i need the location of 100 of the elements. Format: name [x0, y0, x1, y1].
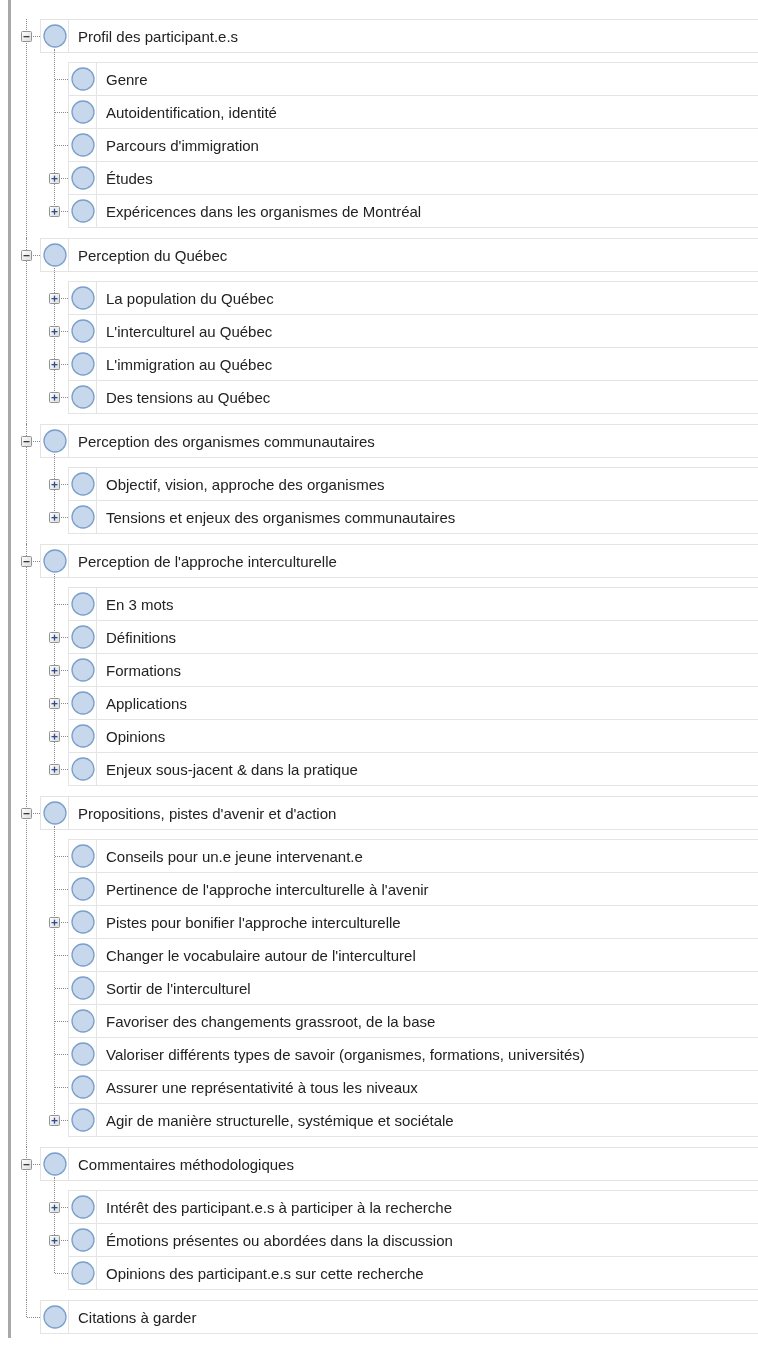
node-label: Objectif, vision, approche des organismes: [105, 475, 385, 493]
expand-icon[interactable]: [49, 1202, 60, 1213]
circle-icon: [70, 1009, 95, 1033]
tree-row[interactable]: Expéricences dans les organismes de Montréal: [68, 194, 758, 228]
node-label: Perception de l'approche interculturelle: [77, 552, 337, 570]
tree-row[interactable]: Citations à garder: [40, 1300, 758, 1334]
circle-icon: [70, 352, 95, 376]
tree-row[interactable]: En 3 mots: [68, 587, 758, 621]
circle-icon: [70, 133, 95, 157]
node-label: Genre: [105, 70, 148, 88]
node-label: Commentaires méthodologiques: [77, 1155, 294, 1173]
collapse-icon[interactable]: [21, 31, 32, 42]
tree-row[interactable]: Genre: [68, 62, 758, 96]
expand-icon[interactable]: [49, 764, 60, 775]
node-label: Tensions et enjeux des organismes communautaires: [105, 508, 456, 526]
expand-icon[interactable]: [49, 479, 60, 490]
expand-icon[interactable]: [49, 512, 60, 523]
expand-icon[interactable]: [49, 1235, 60, 1246]
circle-icon: [42, 801, 67, 825]
tree-row[interactable]: Perception de l'approche interculturelle: [40, 544, 758, 578]
node-label: Conseils pour un.e jeune intervenant.e: [105, 847, 363, 865]
circle-icon: [70, 1075, 95, 1099]
tree-row[interactable]: Commentaires méthodologiques: [40, 1147, 758, 1181]
node-label: Profil des participant.e.s: [77, 27, 239, 45]
node-label: Formations: [105, 661, 182, 679]
circle-icon: [70, 625, 95, 649]
node-label: Perception du Québec: [77, 246, 228, 264]
expand-icon[interactable]: [49, 359, 60, 370]
circle-icon: [70, 319, 95, 343]
tree-row[interactable]: Agir de manière structurelle, systémique et sociétale: [68, 1103, 758, 1137]
tree-row[interactable]: Objectif, vision, approche des organismes: [68, 467, 758, 501]
expand-icon[interactable]: [49, 1115, 60, 1126]
circle-icon: [70, 1228, 95, 1252]
circle-icon: [70, 691, 95, 715]
circle-icon: [70, 1042, 95, 1066]
tree-row[interactable]: Enjeux sous-jacent & dans la pratique: [68, 752, 758, 786]
tree-row[interactable]: Des tensions au Québec: [68, 380, 758, 414]
expand-icon[interactable]: [49, 392, 60, 403]
circle-icon: [70, 844, 95, 868]
node-label: Définitions: [105, 628, 177, 646]
node-label: Favoriser des changements grassroot, de la base: [105, 1012, 436, 1030]
node-label: Des tensions au Québec: [105, 388, 271, 406]
circle-icon: [70, 100, 95, 124]
expand-icon[interactable]: [49, 173, 60, 184]
circle-icon: [70, 943, 95, 967]
tree-row[interactable]: Intérêt des participant.e.s à participer à la recherche: [68, 1190, 758, 1224]
tree-row[interactable]: Opinions des participant.e.s sur cette recherche: [68, 1256, 758, 1290]
node-label: Valoriser différents types de savoir (organismes, formations, universités): [105, 1045, 585, 1063]
node-label: L'interculturel au Québec: [105, 322, 273, 340]
collapse-icon[interactable]: [21, 556, 32, 567]
node-label: Applications: [105, 694, 187, 712]
expand-icon[interactable]: [49, 665, 60, 676]
tree-row[interactable]: Profil des participant.e.s: [40, 19, 758, 53]
expand-icon[interactable]: [49, 206, 60, 217]
expand-icon[interactable]: [49, 293, 60, 304]
tree-row[interactable]: Tensions et enjeux des organismes communautaires: [68, 500, 758, 534]
node-label: Pistes pour bonifier l'approche interculturelle: [105, 913, 401, 931]
tree-row[interactable]: Perception du Québec: [40, 238, 758, 272]
circle-icon: [70, 199, 95, 223]
expand-icon[interactable]: [49, 326, 60, 337]
circle-icon: [70, 505, 95, 529]
node-label: Autoidentification, identité: [105, 103, 277, 121]
node-label: La population du Québec: [105, 289, 274, 307]
collapse-icon[interactable]: [21, 808, 32, 819]
circle-icon: [70, 1261, 95, 1285]
node-label: Pertinence de l'approche interculturelle à l'avenir: [105, 880, 429, 898]
expand-icon[interactable]: [49, 632, 60, 643]
node-label: Opinions: [105, 727, 166, 745]
circle-icon: [70, 67, 95, 91]
tree-row[interactable]: Perception des organismes communautaires: [40, 424, 758, 458]
circle-icon: [42, 24, 67, 48]
node-label: Expéricences dans les organismes de Montréal: [105, 202, 422, 220]
node-label: Agir de manière structurelle, systémique et sociétale: [105, 1111, 454, 1129]
circle-icon: [70, 1108, 95, 1132]
node-label: Sortir de l'interculturel: [105, 979, 251, 997]
circle-icon: [70, 976, 95, 1000]
circle-icon: [42, 1305, 67, 1329]
node-label: Parcours d'immigration: [105, 136, 259, 154]
tree-row[interactable]: La population du Québec: [68, 281, 758, 315]
node-label: Études: [105, 169, 153, 187]
circle-icon: [70, 757, 95, 781]
expand-icon[interactable]: [49, 731, 60, 742]
node-label: Émotions présentes ou abordées dans la discussion: [105, 1231, 453, 1249]
expand-icon[interactable]: [49, 917, 60, 928]
node-label: En 3 mots: [105, 595, 174, 613]
circle-icon: [42, 1152, 67, 1176]
node-label: Perception des organismes communautaires: [77, 432, 375, 450]
collapse-icon[interactable]: [21, 250, 32, 261]
node-label: Citations à garder: [77, 1308, 197, 1326]
collapse-icon[interactable]: [21, 1159, 32, 1170]
expand-icon[interactable]: [49, 698, 60, 709]
circle-icon: [70, 658, 95, 682]
collapse-icon[interactable]: [21, 436, 32, 447]
tree-row[interactable]: Conseils pour un.e jeune intervenant.e: [68, 839, 758, 873]
tree-row[interactable]: Propositions, pistes d'avenir et d'action: [40, 796, 758, 830]
circle-icon: [70, 1195, 95, 1219]
circle-icon: [70, 385, 95, 409]
node-label: Opinions des participant.e.s sur cette recherche: [105, 1264, 424, 1282]
circle-icon: [42, 243, 67, 267]
node-label: Assurer une représentativité à tous les niveaux: [105, 1078, 418, 1096]
